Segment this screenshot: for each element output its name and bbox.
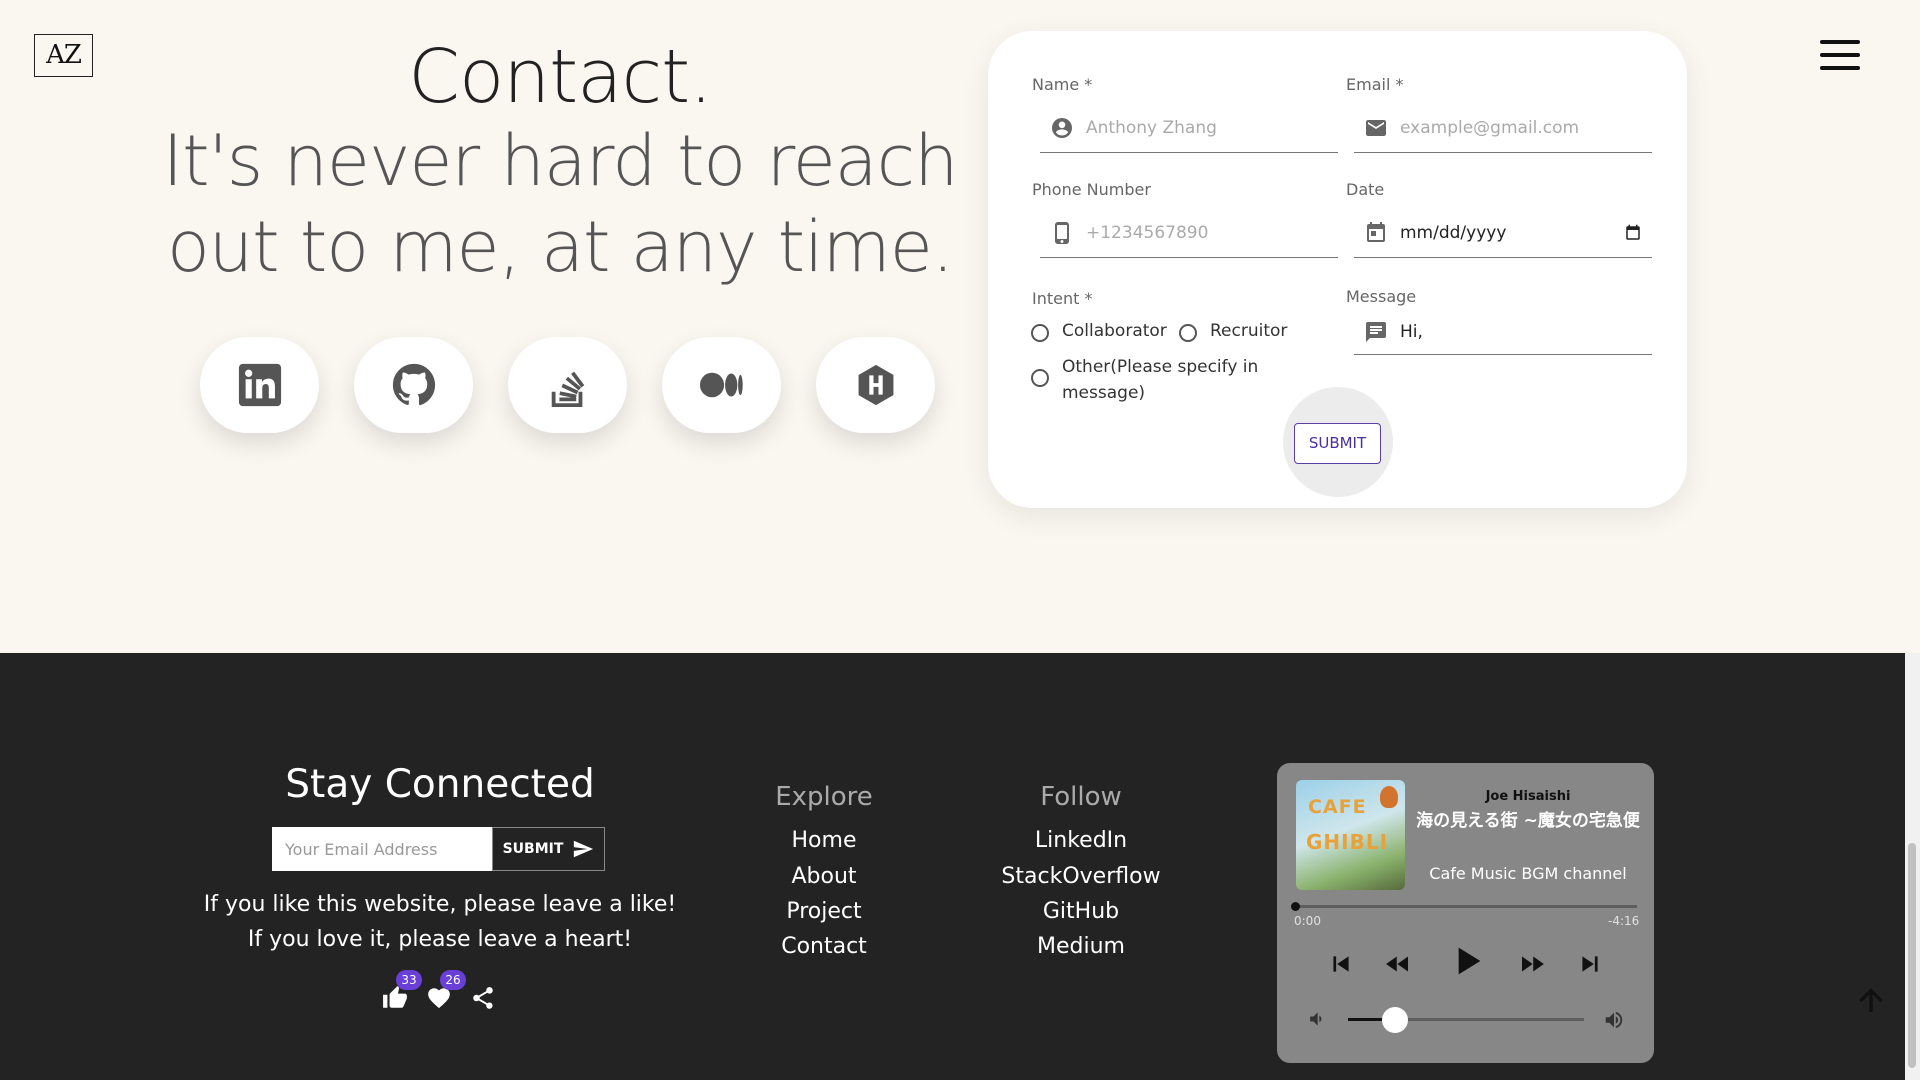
cover-text-cafe: CAFE [1308,796,1367,818]
message-field[interactable]: Hi, [1354,310,1652,355]
radio-label: Other(Please specify in message) [1062,354,1258,406]
intent-other-radio[interactable]: Other(Please specify in message) [1031,354,1258,406]
skip-previous-icon [1333,956,1349,972]
back-to-top-button[interactable] [1855,984,1885,1018]
footer-link-linkedin[interactable]: LinkedIn [971,828,1191,853]
date-value[interactable]: mm/dd/yyyy [1400,223,1624,243]
linkedin-button[interactable] [200,337,319,433]
album-cover: CAFE GHIBLI [1296,780,1405,890]
balloon-graphic [1380,786,1398,808]
footer-link-home[interactable]: Home [714,828,934,853]
radio-label: Collaborator [1062,321,1167,341]
email-label: Email * [1346,75,1404,94]
hamburger-menu-icon[interactable] [1820,40,1860,70]
smartphone-icon [1048,219,1076,247]
name-field[interactable] [1040,103,1338,153]
track-artist: Joe Hisaishi [1485,789,1571,804]
hashnode-icon [858,364,893,406]
medium-button[interactable] [662,337,781,433]
skip-next-button[interactable] [1575,946,1605,982]
calendar-icon [1362,219,1390,247]
volume-handle[interactable] [1382,1007,1409,1033]
phone-field[interactable] [1040,208,1338,258]
calendar-picker-icon[interactable] [1624,224,1642,242]
fast-forward-button[interactable] [1515,946,1549,982]
footer-link-medium[interactable]: Medium [971,934,1191,959]
remaining-time: -4:16 [1608,914,1640,928]
progress-handle[interactable] [1291,902,1300,911]
newsletter-submit-button[interactable]: SUBMIT [492,827,605,871]
message-input[interactable]: Hi, [1400,322,1423,342]
footer-link-stackoverflow[interactable]: StackOverflow [971,864,1191,889]
cover-text-ghibli: GHIBLI [1306,830,1389,854]
email-input[interactable] [1400,117,1652,138]
phone-label: Phone Number [1032,180,1151,199]
email-field[interactable] [1354,103,1652,153]
heart-count-badge: 26 [440,970,466,990]
date-field[interactable]: mm/dd/yyyy [1354,208,1652,258]
site-logo[interactable]: AZ [34,34,93,77]
radio-label: Recruitor [1210,321,1288,341]
fast-forward-icon [1522,956,1544,972]
github-icon [392,363,435,406]
newsletter-email-input[interactable] [272,827,492,871]
subtitle-line-1: It's never hard to reach [162,120,958,202]
subtitle-line-2: out to me, at any time. [166,206,954,288]
volume-down-icon[interactable] [1306,1009,1326,1033]
intent-recruitor-radio[interactable]: Recruitor [1179,321,1287,342]
share-button[interactable] [470,985,500,1015]
footer-link-contact[interactable]: Contact [714,934,934,959]
play-button[interactable] [1447,943,1487,979]
mail-icon [1362,114,1390,142]
linkedin-icon [238,363,281,407]
rewind-icon [1386,956,1408,972]
message-icon [1362,318,1390,346]
page-subtitle: It's never hard to reach out to me, at a… [150,118,970,290]
track-channel: Cafe Music BGM channel [1429,864,1627,883]
stackoverflow-button[interactable] [508,337,627,433]
skip-previous-button[interactable] [1326,946,1356,982]
like-prompt: If you like this website, please leave a… [203,892,677,917]
footer-link-github[interactable]: GitHub [971,899,1191,924]
share-icon [473,987,493,1009]
stackoverflow-icon [551,371,584,408]
hashnode-button[interactable] [816,337,935,433]
submit-button[interactable]: SUBMIT [1294,423,1381,464]
page-title: Contact. [408,34,712,120]
arrow-up-icon [1859,988,1883,1012]
radio-label-line-2: message) [1062,383,1146,403]
name-label: Name * [1032,75,1093,94]
intent-label: Intent * [1032,289,1093,308]
intent-collaborator-radio[interactable]: Collaborator [1031,321,1167,342]
explore-title: Explore [775,782,873,812]
date-label: Date [1346,180,1385,199]
elapsed-time: 0:00 [1294,914,1321,928]
radio-label-line-1: Other(Please specify in [1062,357,1259,377]
scrollbar-thumb[interactable] [1908,843,1916,1068]
message-label: Message [1346,287,1417,306]
send-icon [574,840,594,858]
name-input[interactable] [1086,117,1338,138]
volume-up-icon[interactable] [1603,1009,1625,1035]
like-button[interactable]: 33 [382,970,422,1015]
footer-link-about[interactable]: About [714,864,934,889]
phone-input[interactable] [1086,222,1338,243]
stay-connected-title: Stay Connected [285,762,595,807]
heart-button[interactable]: 26 [426,970,466,1015]
newsletter-submit-label: SUBMIT [502,841,564,857]
like-count-badge: 33 [396,970,422,990]
heart-prompt: If you love it, please leave a heart! [247,927,633,952]
rewind-button[interactable] [1381,946,1415,982]
github-button[interactable] [354,337,473,433]
footer-link-project[interactable]: Project [714,899,934,924]
track-title: 海の見える街 ~魔女の宅急便 [1416,811,1640,831]
progress-bar[interactable] [1294,905,1637,908]
play-icon [1458,947,1481,975]
medium-icon [699,372,743,398]
follow-title: Follow [1040,782,1122,812]
person-icon [1048,114,1076,142]
skip-next-icon [1582,956,1598,972]
